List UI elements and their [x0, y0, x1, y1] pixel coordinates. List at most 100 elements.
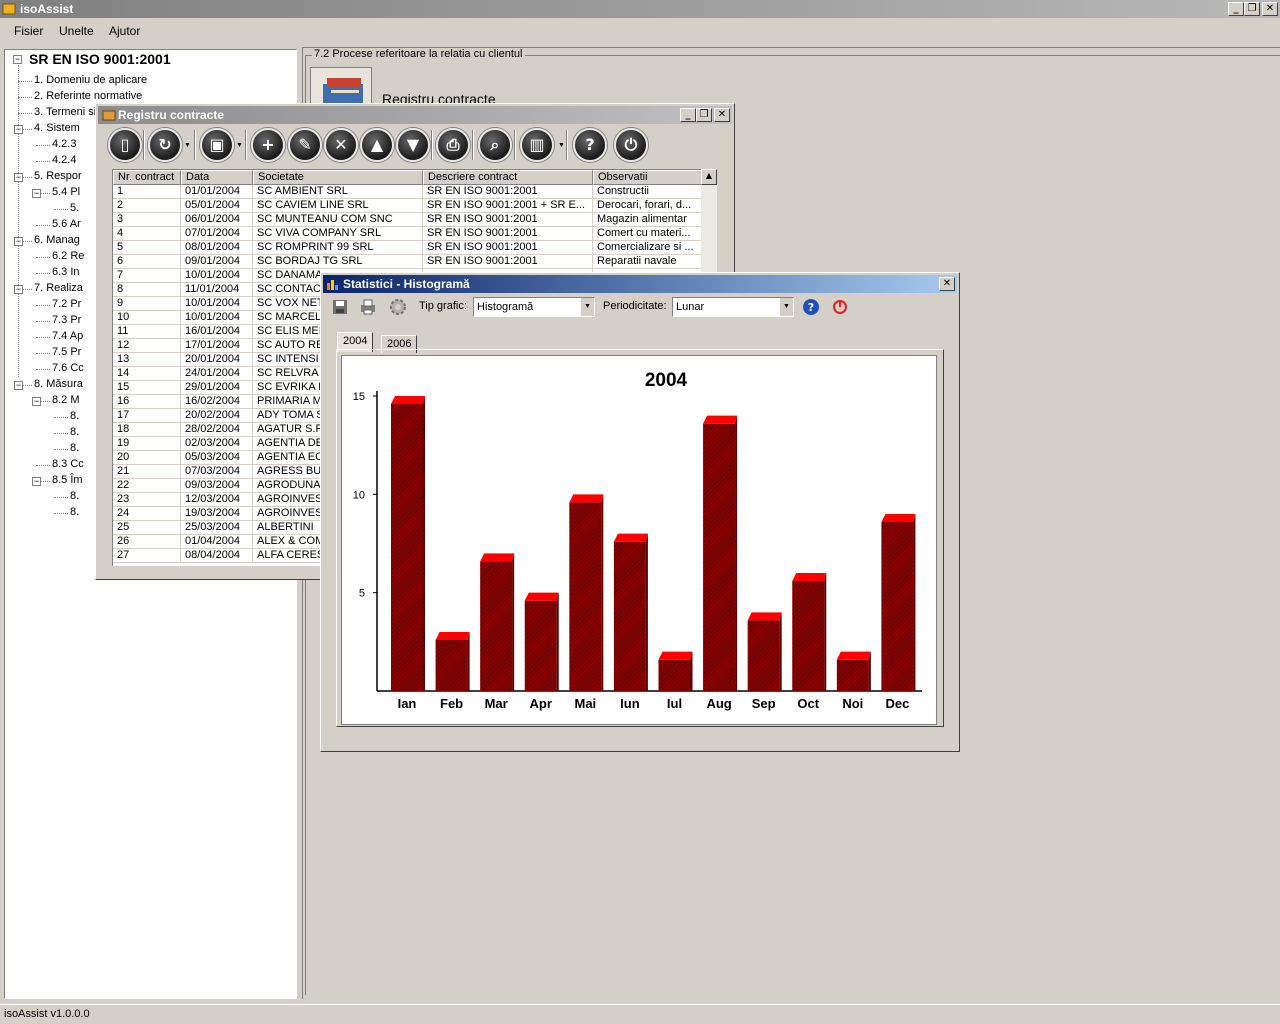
grid-cell[interactable]: 25	[113, 521, 181, 535]
grid-cell[interactable]: 16	[113, 395, 181, 409]
new-icon[interactable]: ▯	[108, 128, 142, 162]
column-header[interactable]: Nr. contract	[113, 170, 181, 185]
menu-unelte[interactable]: Unelte	[59, 24, 94, 38]
tree-node[interactable]: 1. Domeniu de aplicare	[34, 74, 147, 86]
grid-cell[interactable]: SC ROMPRINT 99 SRL	[253, 241, 423, 255]
grid-cell[interactable]: 28/02/2004	[181, 423, 253, 437]
grid-cell[interactable]: 01/01/2004	[181, 185, 253, 199]
grid-cell[interactable]: SC MUNTEANU COM SNC	[253, 213, 423, 227]
grid-cell[interactable]: 12	[113, 339, 181, 353]
grid-cell[interactable]: SC BORDAJ TG SRL	[253, 255, 423, 269]
grid-cell[interactable]: 7	[113, 269, 181, 283]
help-icon[interactable]: ?	[573, 128, 607, 162]
stat-save-icon[interactable]	[331, 298, 349, 316]
registru-minimize-button[interactable]: _	[680, 108, 696, 122]
grid-cell[interactable]: SR EN ISO 9001:2001	[423, 185, 593, 199]
tree-node[interactable]: 4. Sistem	[34, 122, 80, 134]
tree-node[interactable]: 6.3 In	[52, 266, 80, 278]
grid-cell[interactable]: 10/01/2004	[181, 297, 253, 311]
delete-icon[interactable]: ✕	[324, 128, 358, 162]
grid-cell[interactable]: 1	[113, 185, 181, 199]
tree-expand-toggle[interactable]: −	[32, 189, 41, 198]
chevron-down-icon[interactable]: ▼	[580, 298, 594, 316]
grid-cell[interactable]: 23	[113, 493, 181, 507]
close-button[interactable]: ✕	[1262, 2, 1278, 16]
menu-ajutor[interactable]: Ajutor	[109, 24, 140, 38]
grid-cell[interactable]: SC CAVIEM LINE SRL	[253, 199, 423, 213]
grid-cell[interactable]: 20/02/2004	[181, 409, 253, 423]
move-up-icon[interactable]: ▲	[360, 128, 394, 162]
edit-icon[interactable]: ✎	[288, 128, 322, 162]
tree-node[interactable]: 4.2.3	[52, 138, 76, 150]
grid-cell[interactable]: 16/02/2004	[181, 395, 253, 409]
grid-cell[interactable]: 01/04/2004	[181, 535, 253, 549]
print-icon[interactable]: ⎙	[436, 128, 470, 162]
main-title-bar[interactable]: isoAssist _ ❐ ✕	[0, 0, 1280, 18]
tree-node[interactable]: 7.5 Pr	[52, 346, 81, 358]
tree-node[interactable]: 7. Realiza	[34, 282, 83, 294]
tree-node[interactable]: 7.4 Ap	[52, 330, 83, 342]
power-icon[interactable]: ⏻	[614, 128, 648, 162]
grid-cell[interactable]: 06/01/2004	[181, 213, 253, 227]
tree-node[interactable]: 8.5 Îm	[52, 474, 83, 486]
column-header[interactable]: Data	[181, 170, 253, 185]
tree-expand-toggle[interactable]: −	[14, 125, 23, 134]
grid-cell[interactable]: 05/03/2004	[181, 451, 253, 465]
tree-node[interactable]: 4.2.4	[52, 154, 76, 166]
grid-cell[interactable]: 10/01/2004	[181, 311, 253, 325]
column-header[interactable]: Societate	[253, 170, 423, 185]
tree-node[interactable]: 7.2 Pr	[52, 298, 81, 310]
grid-cell[interactable]: 13	[113, 353, 181, 367]
grid-cell[interactable]: 20/01/2004	[181, 353, 253, 367]
grid-cell[interactable]: 5	[113, 241, 181, 255]
grid-cell[interactable]: 8	[113, 283, 181, 297]
restore-button[interactable]: ❐	[1244, 2, 1260, 16]
grid-cell[interactable]: SR EN ISO 9001:2001	[423, 213, 593, 227]
minimize-button[interactable]: _	[1228, 2, 1244, 16]
statistics-close-button[interactable]: ✕	[939, 277, 955, 291]
chevron-down-icon[interactable]: ▼	[184, 142, 191, 149]
grid-cell[interactable]: 9	[113, 297, 181, 311]
grid-cell[interactable]: 10	[113, 311, 181, 325]
tree-node[interactable]: 8.	[70, 506, 79, 518]
grid-cell[interactable]: 19	[113, 437, 181, 451]
grid-cell[interactable]: 6	[113, 255, 181, 269]
grid-cell[interactable]: 26	[113, 535, 181, 549]
grid-cell[interactable]: 05/01/2004	[181, 199, 253, 213]
grid-cell[interactable]: Comercializare si ...	[593, 241, 703, 255]
grid-cell[interactable]: 08/04/2004	[181, 549, 253, 563]
grid-cell[interactable]: 27	[113, 549, 181, 563]
tree-node[interactable]: 7.3 Pr	[52, 314, 81, 326]
stat-exit-icon[interactable]	[831, 298, 849, 316]
tree-node[interactable]: 5.6 Ar	[52, 218, 81, 230]
add-icon[interactable]: +	[251, 128, 285, 162]
chevron-down-icon[interactable]: ▼	[558, 142, 565, 149]
grid-cell[interactable]: 10/01/2004	[181, 269, 253, 283]
grid-cell[interactable]: SR EN ISO 9001:2001	[423, 227, 593, 241]
grid-cell[interactable]: 15	[113, 381, 181, 395]
grid-cell[interactable]: 09/03/2004	[181, 479, 253, 493]
grid-cell[interactable]: 11	[113, 325, 181, 339]
tree-expand-toggle[interactable]: −	[14, 237, 23, 246]
tree-node[interactable]: 7.6 Cc	[52, 362, 84, 374]
grid-cell[interactable]: Derocari, forari, d...	[593, 199, 703, 213]
tree-root[interactable]: SR EN ISO 9001:2001	[29, 51, 171, 67]
grid-cell[interactable]: SR EN ISO 9001:2001	[423, 255, 593, 269]
grid-cell[interactable]: 25/03/2004	[181, 521, 253, 535]
stat-settings-icon[interactable]	[389, 298, 407, 316]
tip-grafic-select[interactable]: Histogramă ▼	[473, 297, 595, 317]
grid-cell[interactable]: 2	[113, 199, 181, 213]
grid-cell[interactable]: Constructii	[593, 185, 703, 199]
chevron-down-icon[interactable]: ▼	[779, 298, 793, 316]
grid-cell[interactable]: 17/01/2004	[181, 339, 253, 353]
tree-node[interactable]: 6. Manag	[34, 234, 80, 246]
tree-node[interactable]: 8.	[70, 442, 79, 454]
grid-cell[interactable]: 4	[113, 227, 181, 241]
grid-cell[interactable]: 19/03/2004	[181, 507, 253, 521]
tree-expand-toggle[interactable]: −	[14, 285, 23, 294]
tree-node[interactable]: 2. Referinte normative	[34, 90, 142, 102]
periodicitate-select[interactable]: Lunar ▼	[672, 297, 794, 317]
grid-cell[interactable]: 07/01/2004	[181, 227, 253, 241]
registru-maximize-button[interactable]: ❐	[696, 108, 712, 122]
grid-cell[interactable]: 14	[113, 367, 181, 381]
